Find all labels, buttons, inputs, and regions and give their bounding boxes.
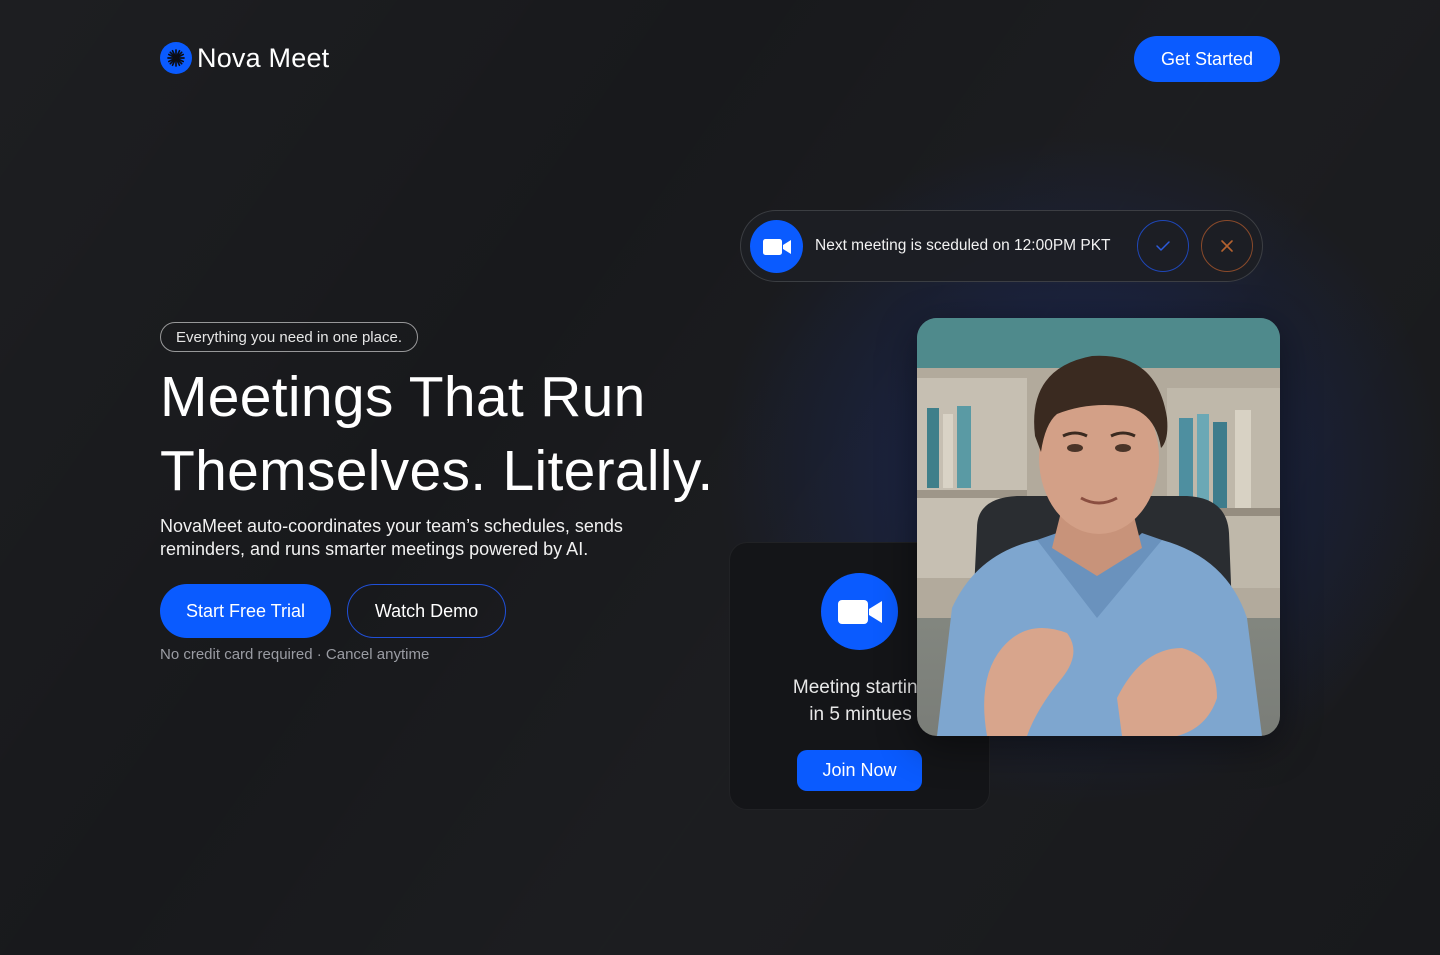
meeting-notification: Next meeting is sceduled on 12:00PM PKT [740, 210, 1263, 282]
hero-description: NovaMeet auto-coordinates your team’s sc… [160, 516, 623, 559]
notification-text: Next meeting is sceduled on 12:00PM PKT [815, 237, 1111, 254]
video-camera-icon [821, 573, 898, 650]
close-icon [1221, 240, 1233, 252]
accept-meeting-button[interactable] [1137, 220, 1189, 272]
headline-line-1: Meetings That Run [160, 365, 646, 429]
nova-star-icon [160, 42, 192, 74]
page-title: Meetings That Run Themselves. Literally. [160, 360, 720, 508]
headline-line-2: Themselves. Literally. [160, 439, 714, 503]
start-free-trial-button[interactable]: Start Free Trial [160, 584, 331, 638]
watch-demo-button[interactable]: Watch Demo [347, 584, 506, 638]
participant-video-image [917, 318, 1280, 736]
decline-meeting-button[interactable] [1201, 220, 1253, 272]
video-camera-icon [750, 220, 803, 273]
video-preview-tile [917, 318, 1280, 736]
fineprint-text: No credit card required · Cancel anytime [160, 646, 430, 663]
tagline-pill: Everything you need in one place. [160, 322, 418, 352]
join-now-button[interactable]: Join Now [797, 750, 922, 791]
check-icon [1156, 241, 1170, 251]
brand-name: Nova Meet [197, 42, 330, 73]
brand-logo[interactable]: Nova Meet [160, 42, 329, 74]
get-started-button[interactable]: Get Started [1134, 36, 1280, 82]
